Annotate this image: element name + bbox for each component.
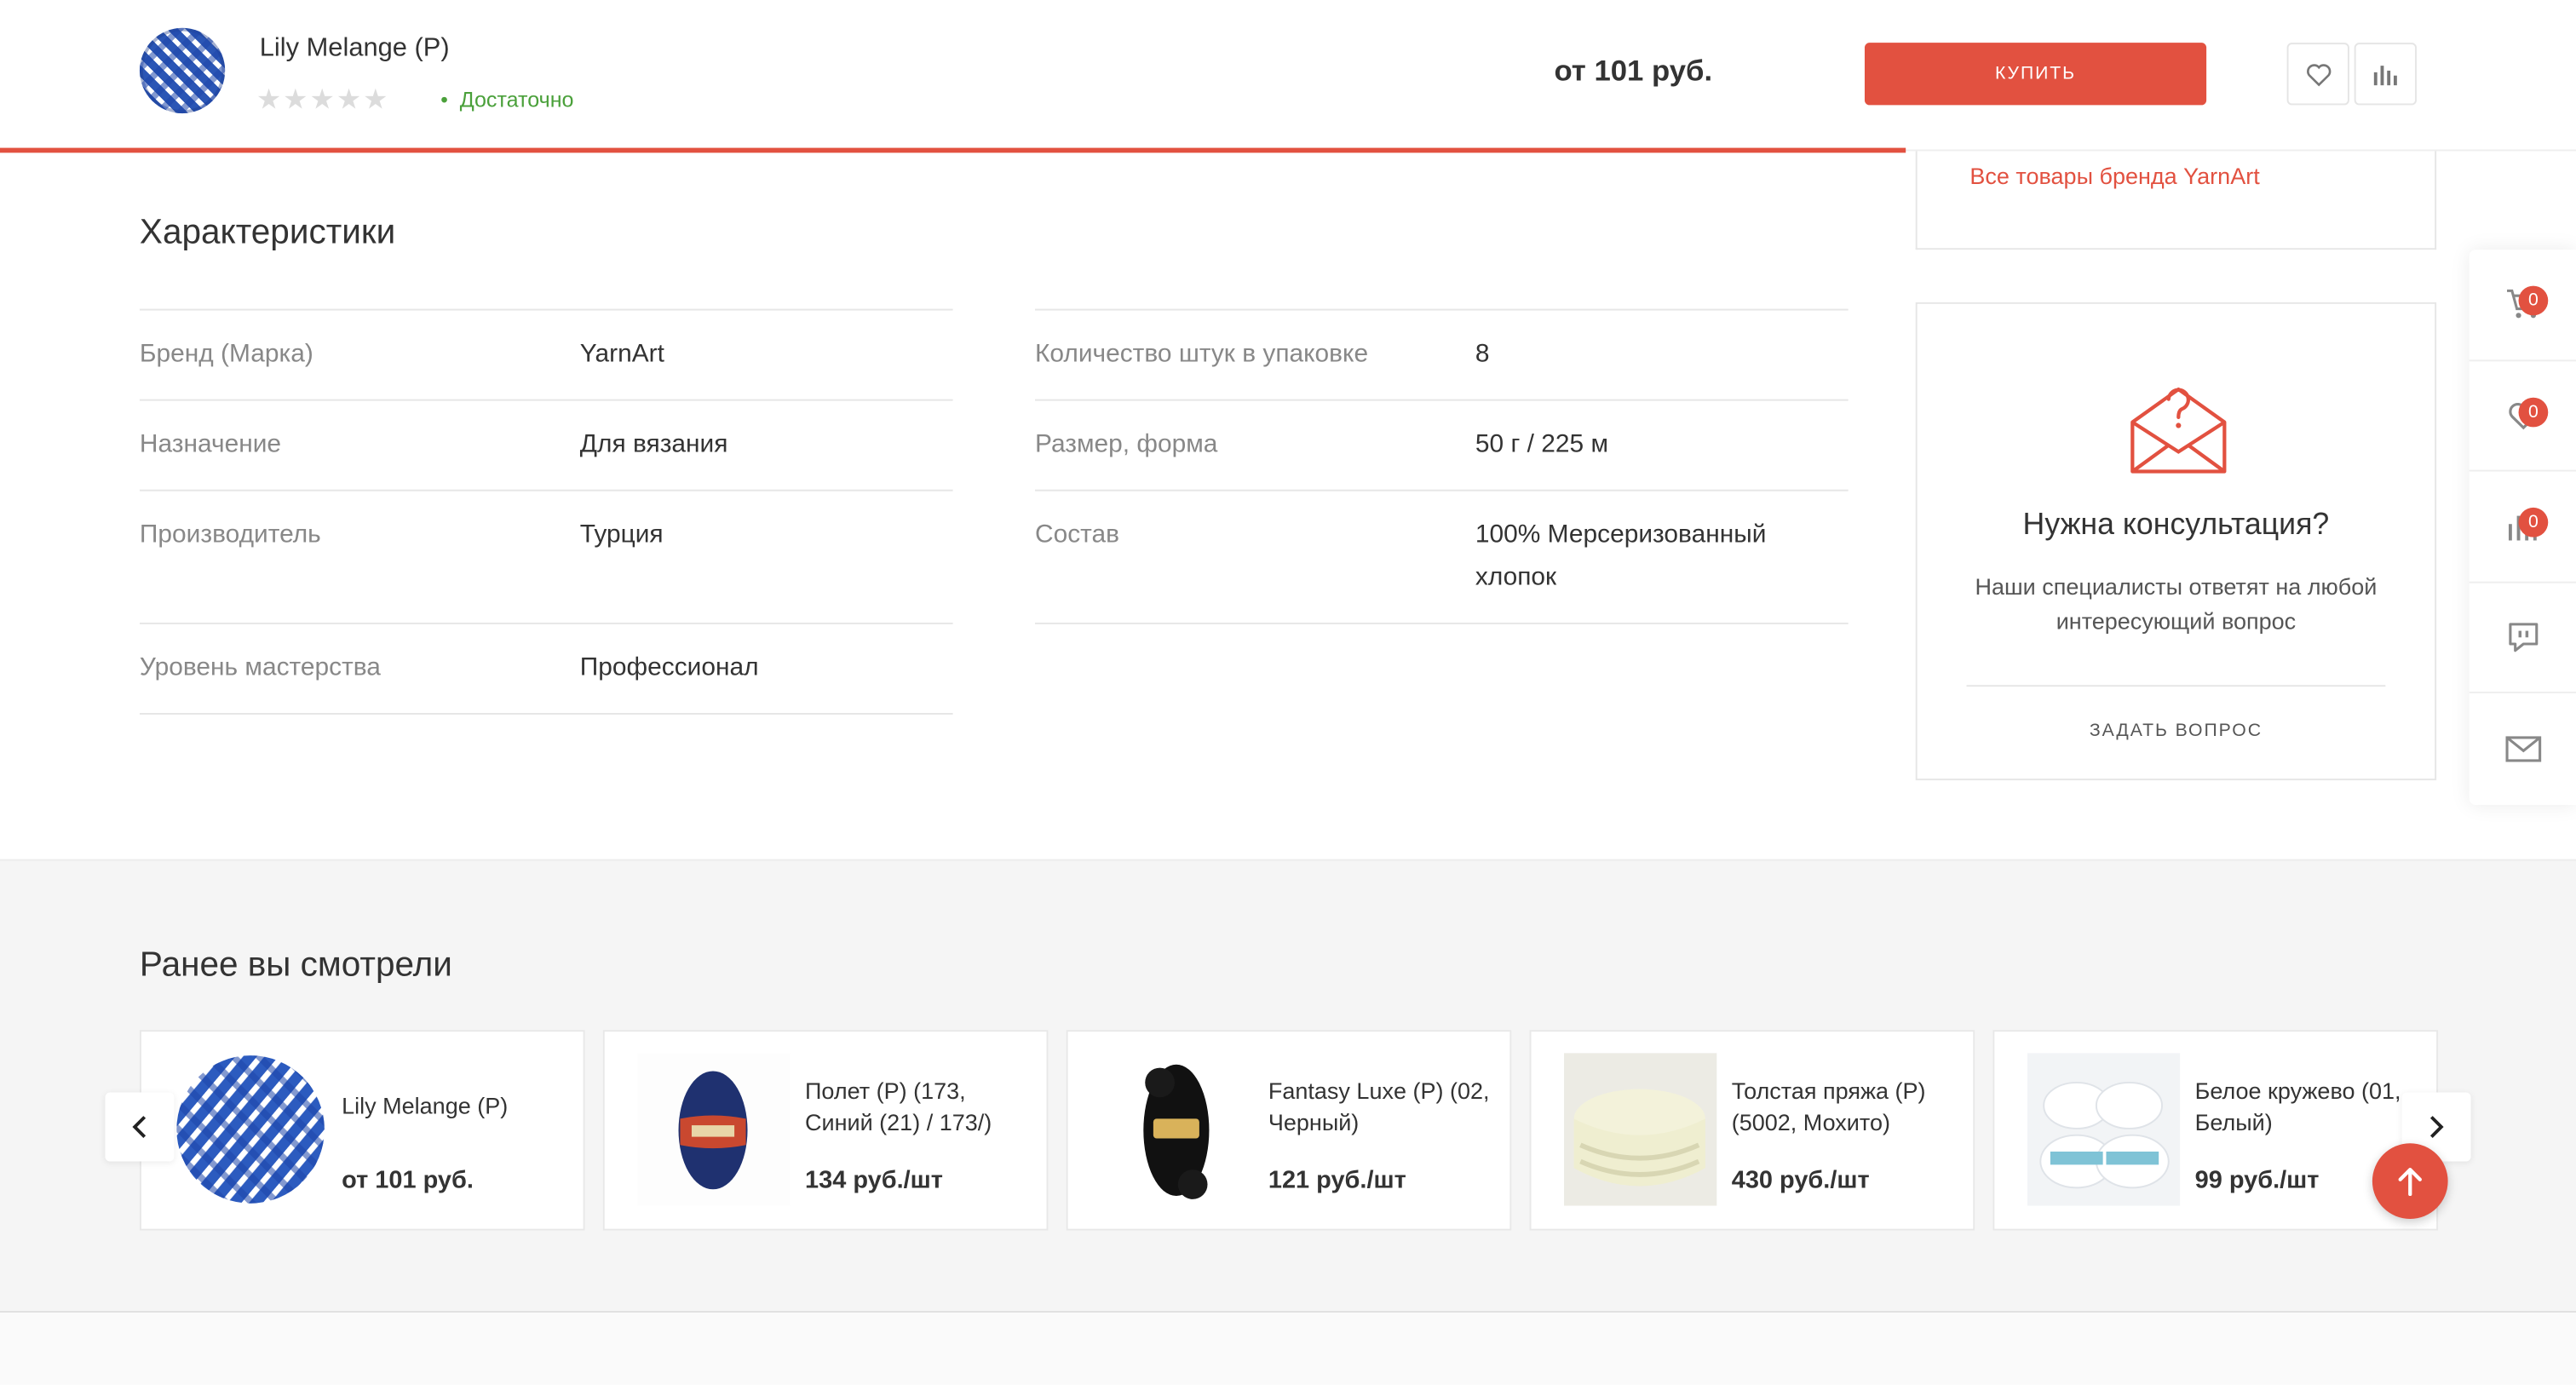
chevron-right-icon: [2429, 1116, 2444, 1138]
consultation-title: Нужна консультация?: [2022, 506, 2330, 541]
product-card-price: от 101 руб.: [342, 1166, 474, 1195]
characteristics-right-table: Количество штук в упаковке 8 Размер, фор…: [1035, 308, 1849, 624]
product-card-price: 99 руб./шт: [2194, 1166, 2320, 1195]
product-card-price: 430 руб./шт: [1731, 1166, 1870, 1195]
characteristics-left-table: Бренд (Марка) YarnArt Назначение Для вяз…: [139, 308, 953, 715]
stock-status: Достаточно: [440, 87, 574, 112]
sticky-product-header: Lily Melange (P) ★★★★★ Достаточно от 101…: [0, 0, 2576, 153]
consultation-text: Наши специалисты ответят на любой интере…: [1975, 573, 2378, 635]
product-card-price: 121 руб./шт: [1268, 1166, 1406, 1195]
product-name[interactable]: Lily Melange (P): [260, 35, 450, 65]
compare-bars-icon: [2373, 66, 2397, 86]
side-favorites-button[interactable]: 0: [2469, 361, 2576, 472]
char-value: 100% Мерсеризованный хлопок: [1475, 520, 1767, 592]
heart-icon: [2306, 63, 2331, 86]
chat-icon: [2508, 623, 2538, 652]
chevron-left-icon: [132, 1116, 147, 1138]
char-key: Бренд (Марка): [139, 340, 313, 369]
product-card[interactable]: Полет (Р) (173, Синий (21) / 173/) 134 р…: [602, 1030, 1049, 1231]
char-row: Состав 100% Мерсеризованный хлопок: [1035, 489, 1849, 624]
consultation-card: Нужна консультация? Наши специалисты отв…: [1915, 302, 2437, 781]
char-value: Турция: [579, 520, 664, 549]
char-row: Размер, форма 50 г / 225 м: [1035, 399, 1849, 490]
product-price: от 101 руб.: [1554, 54, 1713, 88]
product-thumbnail[interactable]: [139, 27, 226, 114]
product-card-price: 134 руб./шт: [805, 1166, 943, 1195]
mail-icon: [2504, 736, 2541, 762]
divider: [1966, 685, 2386, 687]
char-value: 50 г / 225 м: [1475, 430, 1609, 459]
add-to-compare-button[interactable]: [2354, 43, 2417, 106]
side-chat-button[interactable]: [2469, 583, 2576, 694]
product-card-name[interactable]: Полет (Р) (173, Синий (21) / 173/): [805, 1076, 1035, 1138]
char-key: Размер, форма: [1035, 430, 1218, 459]
product-image[interactable]: [1101, 1053, 1254, 1206]
char-key: Состав: [1035, 520, 1120, 549]
recently-viewed-title: Ранее вы смотрели: [139, 945, 452, 985]
ask-question-button[interactable]: ЗАДАТЬ ВОПРОС: [1918, 721, 2435, 741]
char-key: Производитель: [139, 520, 321, 549]
product-image[interactable]: [637, 1053, 791, 1206]
product-card[interactable]: Lily Melange (P) от 101 руб.: [139, 1030, 585, 1231]
side-mail-button[interactable]: [2470, 694, 2576, 805]
char-value: 8: [1475, 340, 1490, 369]
char-value: Для вязания: [579, 430, 728, 459]
char-row: Бренд (Марка) YarnArt: [139, 308, 953, 399]
rating-stars: ★★★★★: [256, 83, 390, 116]
char-key: Назначение: [139, 430, 282, 459]
product-image[interactable]: [2027, 1053, 2181, 1206]
product-image[interactable]: [174, 1053, 326, 1205]
product-card[interactable]: Толстая пряжа (Р) (5002, Мохито) 430 руб…: [1529, 1030, 1975, 1231]
compare-count-badge: 0: [2518, 508, 2549, 538]
char-key: Уровень мастерства: [139, 653, 381, 682]
carousel-prev-button[interactable]: [105, 1092, 175, 1162]
product-card[interactable]: Fantasy Luxe (Р) (02, Черный) 121 руб./ш…: [1066, 1030, 1512, 1231]
char-key: Количество штук в упаковке: [1035, 340, 1369, 369]
floating-side-panel: 0 0 0: [2469, 250, 2576, 806]
product-card-name[interactable]: Lily Melange (P): [342, 1091, 572, 1123]
brand-products-link[interactable]: Все товары бренда YarnArt: [1969, 163, 2259, 189]
char-row: Уровень мастерства Профессионал: [139, 622, 953, 715]
envelope-question-icon: [2130, 387, 2227, 474]
footer-strip: [0, 1312, 2576, 1385]
side-compare-button[interactable]: 0: [2469, 472, 2576, 583]
cart-count-badge: 0: [2518, 285, 2549, 316]
scroll-to-top-button[interactable]: [2372, 1143, 2448, 1220]
product-card-name[interactable]: Толстая пряжа (Р) (5002, Мохито): [1732, 1076, 1962, 1138]
char-row: Производитель Турция: [139, 489, 953, 623]
char-value: YarnArt: [579, 340, 664, 369]
add-to-favorites-button[interactable]: [2286, 43, 2349, 106]
product-card[interactable]: Белое кружево (01, Белый) 99 руб./шт: [1992, 1030, 2439, 1231]
arrow-up-icon: [2398, 1168, 2422, 1197]
reading-progress-bar: [0, 147, 1906, 153]
recently-viewed-section: Ранее вы смотрели Lily Melange (P) от 10…: [0, 859, 2576, 1313]
char-row: Назначение Для вязания: [139, 399, 953, 490]
char-row: Количество штук в упаковке 8: [1035, 308, 1849, 399]
page: Lily Melange (P) ★★★★★ Достаточно от 101…: [0, 0, 2576, 1385]
product-card-name[interactable]: Белое кружево (01, Белый): [2195, 1076, 2425, 1138]
favorites-count-badge: 0: [2518, 396, 2549, 427]
product-card-name[interactable]: Fantasy Luxe (Р) (02, Черный): [1268, 1076, 1498, 1138]
char-value: Профессионал: [579, 653, 759, 682]
product-image[interactable]: [1564, 1053, 1717, 1206]
characteristics-title: Характеристики: [139, 213, 396, 252]
buy-button[interactable]: КУПИТЬ: [1864, 43, 2207, 106]
side-cart-button[interactable]: 0: [2469, 250, 2576, 361]
recently-viewed-carousel: Lily Melange (P) от 101 руб. Полет (Р) (…: [139, 1030, 2439, 1231]
